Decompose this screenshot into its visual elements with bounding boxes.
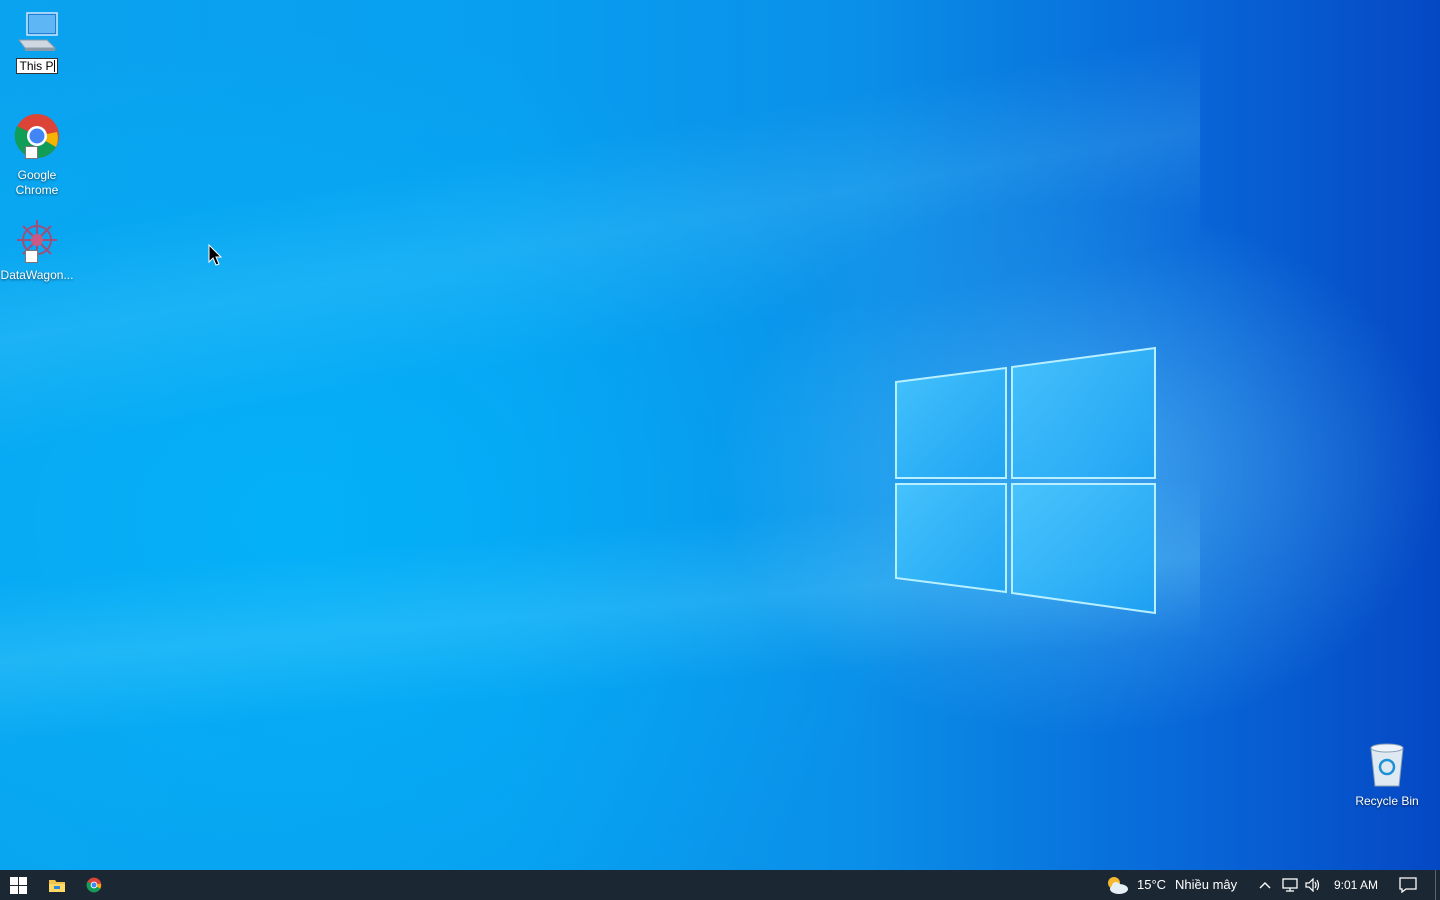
action-center-icon	[1399, 877, 1417, 893]
file-explorer-icon	[49, 879, 65, 892]
taskbar: 15°C Nhiều mây 9:01 AM	[0, 870, 1440, 900]
show-desktop-button[interactable]	[1435, 870, 1436, 900]
weather-condition[interactable]: Nhiều mây	[1175, 870, 1237, 900]
desktop-icon-recycle-bin[interactable]: Recycle Bin	[1350, 742, 1424, 809]
taskbar-chrome-button[interactable]	[76, 870, 112, 900]
recycle-bin-icon	[1370, 743, 1404, 787]
desktop-icon-label: DataWagon...	[0, 268, 74, 282]
volume-icon	[1305, 878, 1320, 892]
windows-start-icon	[9, 876, 27, 894]
shortcut-arrow-icon	[25, 146, 38, 159]
chrome-icon	[86, 877, 102, 893]
desktop-icon-datawagon[interactable]: DataWagon...	[0, 218, 74, 283]
volume-button[interactable]	[1304, 870, 1322, 900]
desktop-icon-label: Recycle Bin	[1355, 794, 1419, 808]
weather-button[interactable]	[1103, 870, 1131, 900]
weather-temperature[interactable]: 15°C	[1137, 870, 1166, 900]
network-button[interactable]	[1280, 870, 1300, 900]
mouse-cursor-icon	[208, 244, 223, 266]
desktop-icon-label: Chrome	[15, 183, 59, 197]
clock[interactable]: 9:01 AM	[1334, 870, 1378, 900]
desktop-icon-google-chrome[interactable]: Google Chrome	[0, 114, 74, 198]
this-pc-icon	[18, 12, 58, 51]
chrome-icon	[13, 114, 61, 162]
windows-logo-wallpaper	[895, 346, 1156, 615]
network-icon	[1282, 878, 1298, 892]
show-hidden-icons-button[interactable]	[1257, 870, 1273, 900]
chevron-up-icon	[1259, 882, 1271, 889]
action-center-button[interactable]	[1394, 870, 1422, 900]
taskbar-file-explorer-button[interactable]	[39, 870, 75, 900]
desktop-icon-this-pc[interactable]: This P	[0, 10, 74, 74]
shortcut-arrow-icon	[25, 250, 38, 263]
datawagon-icon	[13, 218, 61, 266]
partly-cloudy-icon	[1108, 877, 1128, 894]
desktop-icon-label: Google	[17, 168, 57, 182]
text-caret	[53, 60, 55, 72]
rename-input[interactable]: This P	[16, 58, 58, 74]
start-button[interactable]	[0, 870, 36, 900]
desktop-wallpaper[interactable]: This P Google Chrome DataWagon... Recycl…	[0, 0, 1440, 870]
